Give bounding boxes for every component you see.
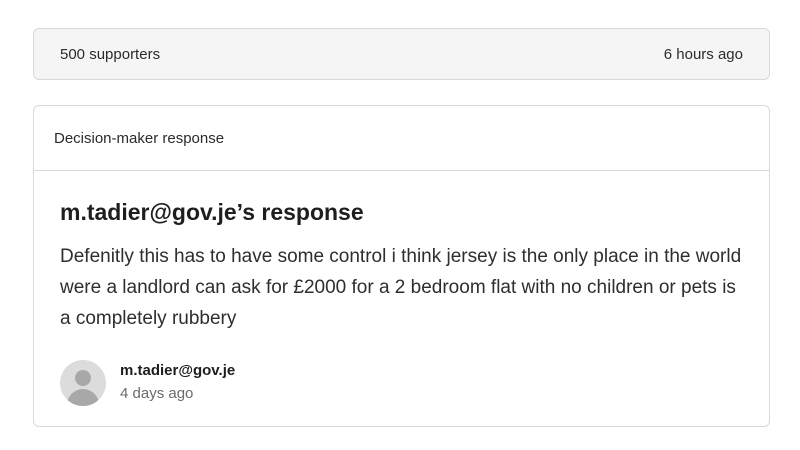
response-title: m.tadier@gov.je’s response [60,199,364,225]
response-text: Defenitly this has to have some control … [60,246,742,329]
supporters-bar: 500 supporters 6 hours ago [33,28,770,80]
author-timestamp: 4 days ago [120,385,194,402]
card-body: m.tadier@gov.je’s response Defenitly thi… [34,171,769,406]
author-block: m.tadier@gov.je 4 days ago [60,360,743,406]
avatar-head-shape [75,370,91,386]
supporters-count: 500 supporters [60,45,161,63]
user-avatar-icon[interactable] [60,360,106,406]
decision-maker-response-card: Decision-maker response m.tadier@gov.je’… [33,105,770,427]
card-header-label: Decision-maker response [54,129,225,147]
supporters-timestamp: 6 hours ago [663,45,743,63]
author-name[interactable]: m.tadier@gov.je [120,361,235,381]
card-header: Decision-maker response [34,106,769,171]
avatar-body-shape [67,389,99,406]
author-meta: m.tadier@gov.je 4 days ago [120,361,235,405]
